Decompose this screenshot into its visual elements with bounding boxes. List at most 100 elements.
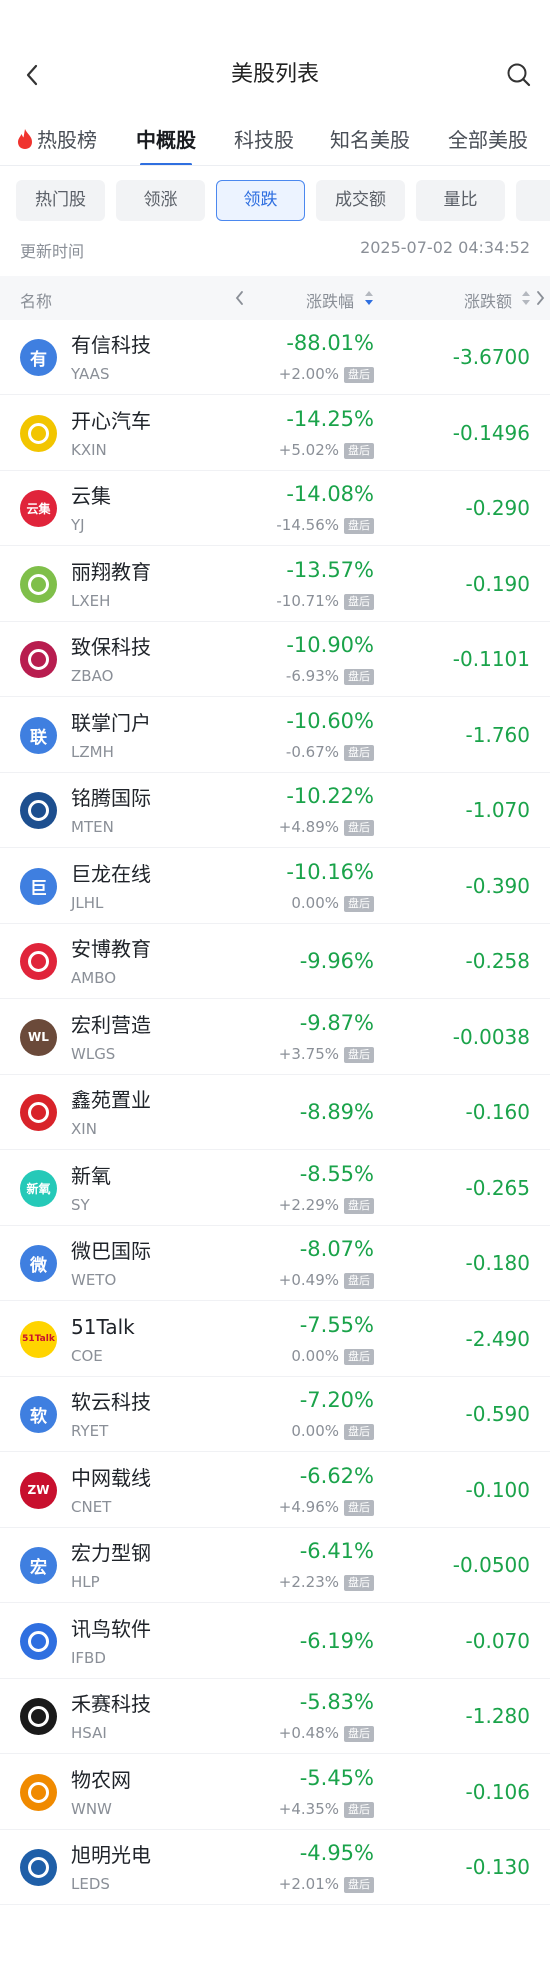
after-hours-badge: 盘后 bbox=[344, 1424, 374, 1440]
chevron-left-icon[interactable] bbox=[232, 288, 248, 308]
stock-ticker: MTEN bbox=[71, 818, 114, 836]
stock-row[interactable]: 致保科技 ZBAO -10.90% -6.93% 盘后 -0.1101 bbox=[0, 622, 550, 697]
stock-row[interactable]: 物农网 WNW -5.45% +4.35% 盘后 -0.106 bbox=[0, 1755, 550, 1830]
stock-row[interactable]: 微 微巴国际 WETO -8.07% +0.49% 盘后 -0.180 bbox=[0, 1226, 550, 1301]
after-hours-badge: 盘后 bbox=[344, 1726, 374, 1742]
change-amount: -0.390 bbox=[465, 873, 530, 898]
stock-name: 微巴国际 bbox=[71, 1239, 151, 1263]
change-amount: -0.0038 bbox=[452, 1024, 530, 1049]
after-hours: +2.23% 盘后 bbox=[279, 1573, 374, 1591]
stock-row[interactable]: 云集 云集 YJ -14.08% -14.56% 盘后 -0.290 bbox=[0, 471, 550, 546]
stock-logo-icon bbox=[20, 792, 57, 829]
stock-ticker: CNET bbox=[71, 1497, 112, 1516]
after-hours: -10.71% 盘后 bbox=[276, 592, 374, 610]
after-hours-badge: 盘后 bbox=[344, 669, 374, 685]
stock-row[interactable]: 鑫苑置业 XIN -8.89% -0.160 bbox=[0, 1075, 550, 1150]
stock-logo-icon bbox=[20, 1698, 57, 1735]
stock-ticker: YJ bbox=[71, 516, 85, 534]
change-amount: -0.265 bbox=[465, 1175, 530, 1200]
chip-volume-ratio[interactable]: 量比 bbox=[416, 180, 505, 221]
change-amount: -0.070 bbox=[465, 1628, 530, 1653]
stock-name: 鑫苑置业 bbox=[71, 1088, 151, 1112]
tab-tech[interactable]: 科技股 bbox=[234, 120, 294, 160]
stock-row[interactable]: 禾赛科技 HSAI -5.83% +0.48% 盘后 -1.280 bbox=[0, 1679, 550, 1754]
stock-ticker: LXEH bbox=[71, 591, 111, 610]
top-header: 美股列表 bbox=[0, 44, 550, 106]
tab-all-us[interactable]: 全部美股 bbox=[448, 120, 528, 160]
change-percent: -10.16% bbox=[286, 859, 374, 884]
stock-row[interactable]: 丽翔教育 LXEH -13.57% -10.71% 盘后 -0.190 bbox=[0, 547, 550, 622]
stock-row[interactable]: 铭腾国际 MTEN -10.22% +4.89% 盘后 -1.070 bbox=[0, 773, 550, 848]
stock-row[interactable]: 新氧 新氧 SY -8.55% +2.29% 盘后 -0.265 bbox=[0, 1151, 550, 1226]
chip-turnover-rate[interactable]: 换 bbox=[516, 180, 550, 221]
tab-famous-us[interactable]: 知名美股 bbox=[330, 120, 410, 160]
stock-logo-icon: 巨 bbox=[20, 867, 57, 905]
stock-logo-icon bbox=[20, 943, 57, 980]
search-icon[interactable] bbox=[504, 60, 534, 90]
change-percent: -14.25% bbox=[286, 406, 374, 431]
stock-row[interactable]: WL 宏利营造 WLGS -9.87% +3.75% 盘后 -0.0038 bbox=[0, 1000, 550, 1075]
after-hours-change: +2.23% bbox=[278, 1573, 339, 1591]
stock-row[interactable]: 联 联掌门户 LZMH -10.60% -0.67% 盘后 -1.760 bbox=[0, 698, 550, 773]
change-amount: -0.258 bbox=[465, 949, 530, 973]
after-hours-change: +2.29% bbox=[278, 1195, 339, 1214]
update-time: 2025-07-02 04:34:52 bbox=[360, 238, 530, 257]
change-percent: -4.95% bbox=[299, 1841, 374, 1865]
after-hours: -6.93% 盘后 bbox=[286, 667, 374, 685]
stock-ticker: SY bbox=[71, 1195, 90, 1214]
stock-row[interactable]: 讯鸟软件 IFBD -6.19% -0.070 bbox=[0, 1604, 550, 1679]
update-row: 更新时间 2025-07-02 04:34:52 bbox=[0, 234, 550, 264]
after-hours-badge: 盘后 bbox=[344, 1801, 374, 1818]
market-tabs: 热股榜 中概股 科技股 知名美股 全部美股 bbox=[0, 112, 550, 166]
change-percent: -14.08% bbox=[286, 482, 374, 506]
tab-hot-stocks[interactable]: 热股榜 bbox=[16, 120, 97, 160]
stock-row[interactable]: 有 有信科技 YAAS -88.01% +2.00% 盘后 -3.6700 bbox=[0, 320, 550, 395]
after-hours: -0.67% 盘后 bbox=[286, 743, 374, 761]
change-percent: -10.60% bbox=[286, 708, 374, 733]
stock-row[interactable]: 51Talk 51Talk COE -7.55% 0.00% 盘后 -2.490 bbox=[0, 1302, 550, 1377]
stock-logo-icon: 51Talk bbox=[20, 1320, 57, 1358]
stock-logo-icon: 新氧 bbox=[20, 1169, 57, 1207]
stock-name: 联掌门户 bbox=[71, 710, 151, 735]
stock-ticker: JLHL bbox=[71, 893, 104, 912]
after-hours-change: +3.75% bbox=[278, 1044, 339, 1063]
chip-losers[interactable]: 领跌 bbox=[216, 180, 305, 221]
change-amount: -0.130 bbox=[465, 1855, 530, 1879]
stock-name: 宏力型钢 bbox=[71, 1541, 151, 1565]
stock-name: 致保科技 bbox=[71, 635, 151, 659]
chip-turnover[interactable]: 成交额 bbox=[316, 180, 405, 221]
stock-logo-icon bbox=[20, 1094, 57, 1131]
column-change-percent[interactable]: 涨跌幅 bbox=[306, 288, 354, 312]
sort-icon[interactable] bbox=[364, 289, 374, 307]
stock-row[interactable]: 软 软云科技 RYET -7.20% 0.00% 盘后 -0.590 bbox=[0, 1377, 550, 1452]
change-percent: -6.41% bbox=[299, 1539, 374, 1563]
change-percent: -8.07% bbox=[299, 1237, 374, 1261]
filter-chips: 热门股 领涨 领跌 成交额 量比 换 bbox=[0, 180, 550, 224]
after-hours: +2.01% 盘后 bbox=[279, 1875, 374, 1893]
tab-china-concept[interactable]: 中概股 bbox=[136, 120, 196, 165]
stock-ticker: HLP bbox=[71, 1573, 100, 1591]
chip-gainers[interactable]: 领涨 bbox=[116, 180, 205, 221]
chevron-right-icon[interactable] bbox=[534, 288, 548, 308]
chip-hot[interactable]: 热门股 bbox=[16, 180, 105, 221]
stock-row[interactable]: 安博教育 AMBO -9.96% -0.258 bbox=[0, 924, 550, 999]
stock-ticker: COE bbox=[71, 1346, 103, 1365]
sort-icon[interactable] bbox=[521, 289, 531, 307]
stock-row[interactable]: 开心汽车 KXIN -14.25% +5.02% 盘后 -0.1496 bbox=[0, 396, 550, 471]
stock-logo-icon: WL bbox=[20, 1018, 57, 1056]
after-hours: +4.35% 盘后 bbox=[279, 1800, 374, 1818]
change-amount: -0.1496 bbox=[452, 420, 530, 445]
stock-row[interactable]: 宏 宏力型钢 HLP -6.41% +2.23% 盘后 -0.0500 bbox=[0, 1528, 550, 1603]
after-hours: +4.89% 盘后 bbox=[279, 818, 374, 836]
after-hours-badge: 盘后 bbox=[344, 1877, 374, 1893]
change-percent: -13.57% bbox=[286, 557, 374, 582]
column-change-amount[interactable]: 涨跌额 bbox=[464, 288, 512, 312]
stock-row[interactable]: ZW 中网载线 CNET -6.62% +4.96% 盘后 -0.100 bbox=[0, 1453, 550, 1528]
change-amount: -0.100 bbox=[465, 1477, 530, 1502]
stock-row[interactable]: 巨 巨龙在线 JLHL -10.16% 0.00% 盘后 -0.390 bbox=[0, 849, 550, 924]
stock-row[interactable]: 旭明光电 LEDS -4.95% +2.01% 盘后 -0.130 bbox=[0, 1830, 550, 1905]
after-hours: +0.49% 盘后 bbox=[279, 1271, 374, 1289]
after-hours-change: -10.71% bbox=[276, 591, 339, 610]
stock-ticker: WETO bbox=[71, 1271, 117, 1289]
logo-text: 微 bbox=[30, 1256, 47, 1276]
